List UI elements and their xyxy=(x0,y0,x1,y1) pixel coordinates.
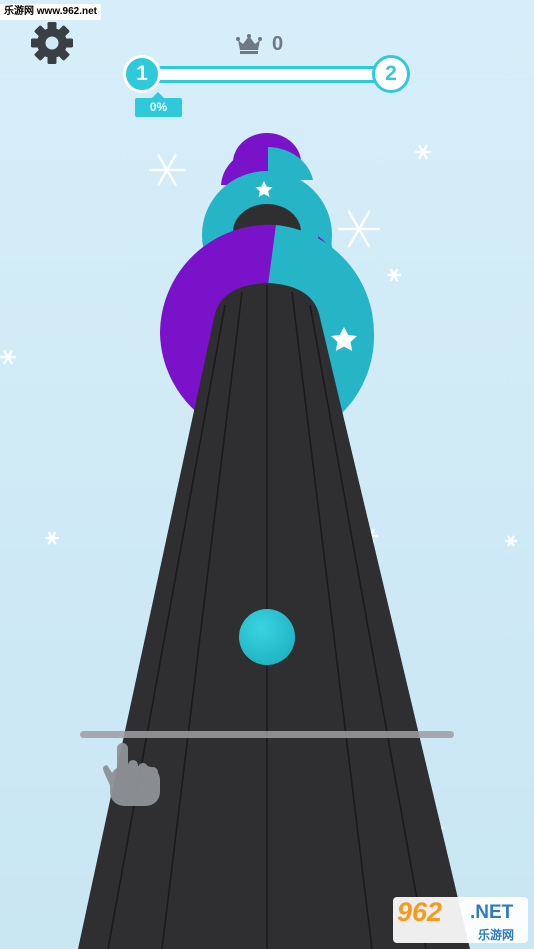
logo-suffix: .NET xyxy=(470,902,514,923)
gear-icon[interactable] xyxy=(31,22,73,64)
current-level-badge: 1 xyxy=(123,55,161,93)
watermark-top: 乐游网 www.962.net xyxy=(0,4,101,20)
game-scene xyxy=(0,0,534,949)
logo-brand: 962 xyxy=(397,897,443,927)
score-display: 0 xyxy=(236,30,298,58)
crown-icon xyxy=(236,34,262,54)
logo-sub: 乐游网 xyxy=(478,928,515,942)
swipe-guide-line xyxy=(80,731,454,738)
level-progress-bar xyxy=(150,66,390,83)
progress-percent-label: 0% xyxy=(135,98,182,117)
next-level-badge: 2 xyxy=(372,55,410,93)
ball xyxy=(239,609,295,665)
score-value: 0 xyxy=(272,32,284,55)
